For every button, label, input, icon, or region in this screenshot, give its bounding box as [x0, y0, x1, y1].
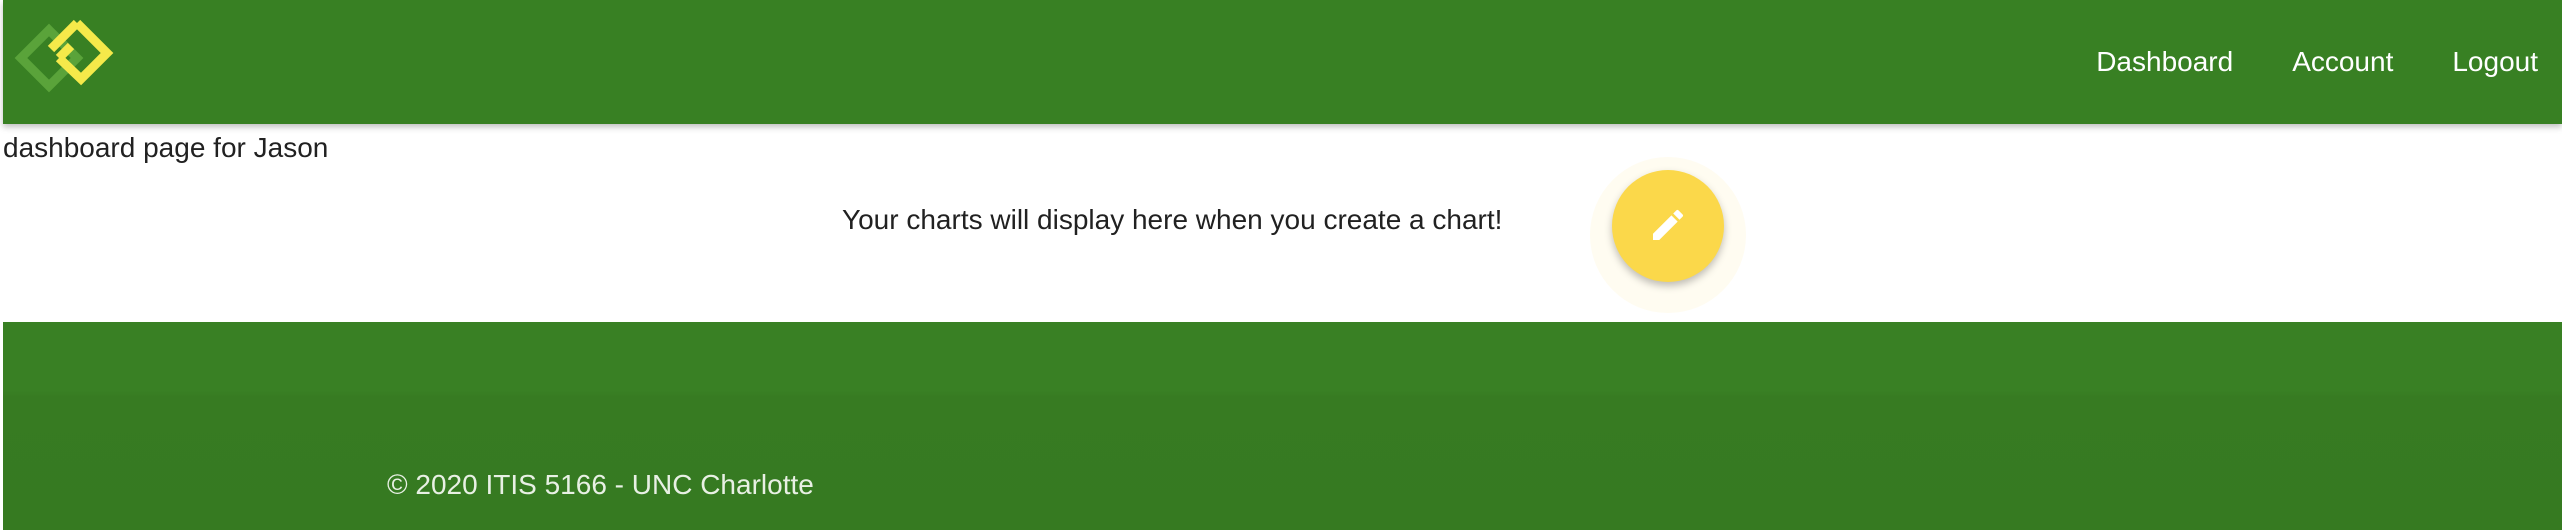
page-footer: © 2020 ITIS 5166 - UNC Charlotte [3, 322, 2562, 530]
create-chart-button[interactable] [1612, 170, 1724, 282]
top-navbar: Dashboard Account Logout [3, 0, 2562, 124]
logo-icon[interactable] [11, 18, 123, 98]
copyright-text: © 2020 ITIS 5166 - UNC Charlotte [387, 469, 814, 500]
pencil-icon [1648, 205, 1688, 248]
page-title: dashboard page for Jason [3, 132, 329, 163]
empty-charts-message: Your charts will display here when you c… [842, 204, 1503, 235]
nav-links: Dashboard Account Logout [2065, 0, 2562, 124]
nav-link-account[interactable]: Account [2261, 0, 2421, 124]
nav-link-dashboard[interactable]: Dashboard [2065, 0, 2261, 124]
nav-link-logout[interactable]: Logout [2421, 0, 2562, 124]
